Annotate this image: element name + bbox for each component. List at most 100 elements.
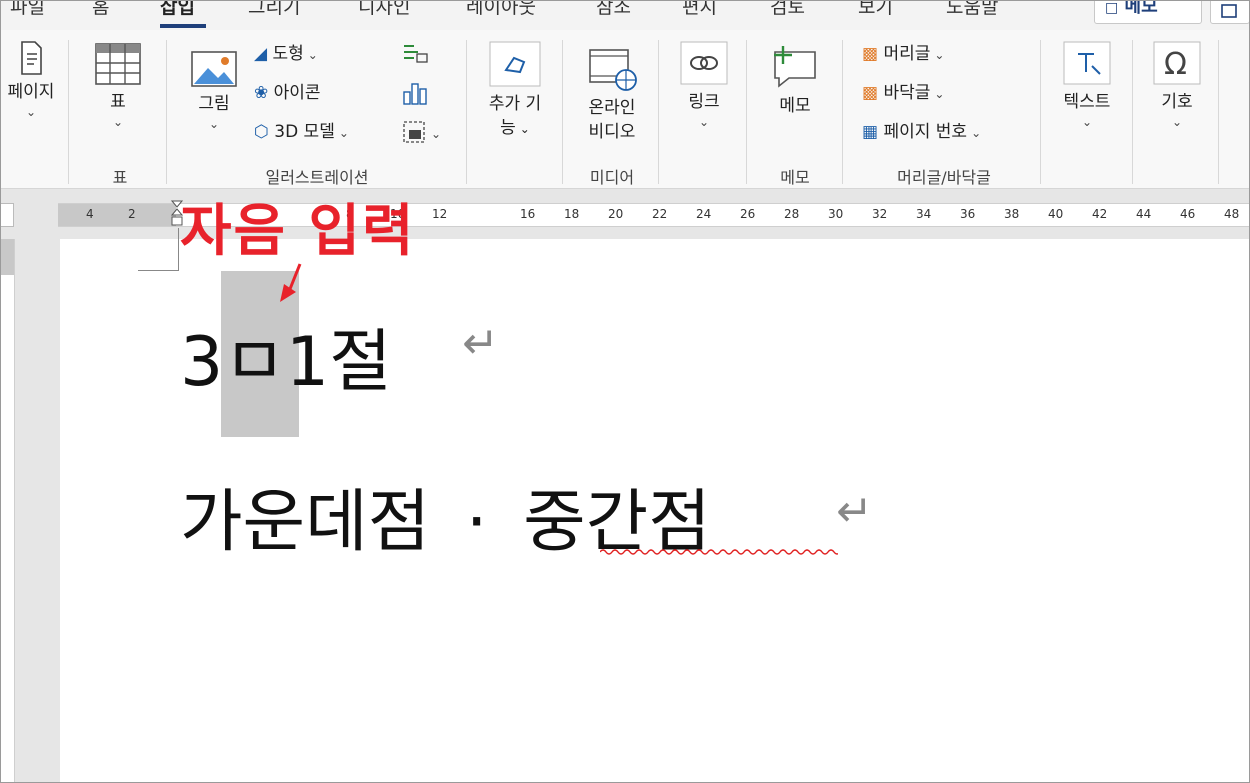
annotation-label: 자음 입력 [180,199,416,264]
table-group-label: 표 [112,168,128,187]
tab-selector[interactable] [0,203,14,227]
ruler-margin [58,204,176,226]
icons-button[interactable]: ❀ 아이콘 [254,81,321,105]
footer-button[interactable]: ▩ 바닥글 ⌄ [862,81,944,106]
spellcheck-underline [600,549,838,555]
tab-help[interactable]: 도움말 [946,0,998,19]
paragraph-1[interactable]: 3ㅁ1절 [180,306,392,405]
smartart-button[interactable] [398,42,432,71]
ruler-tick: 38 [1004,207,1020,221]
group-divider [1132,40,1133,184]
header-button[interactable]: ▩ 머리글 ⌄ [862,42,944,67]
page-icon [21,41,42,75]
chevron-down-icon: ⌄ [307,48,318,62]
page-number-icon: ▦ [862,122,879,142]
pictures-label: 그림 [198,94,230,114]
vertical-ruler-area [0,239,60,783]
ruler-tick: 32 [872,207,888,221]
add-ins-label-line2: 능 [500,118,516,138]
chevron-down-icon: ⌄ [338,126,349,140]
screenshot-icon: ⌄ [403,121,441,143]
text-run: 1절 [285,323,392,402]
link-label: 링크 [688,92,720,112]
comments-button[interactable]: □ 메모 [1094,0,1202,24]
group-divider [68,40,69,184]
tab-review[interactable]: 검토 [770,0,805,19]
paragraph-mark: ↵ [836,486,873,537]
tab-draw[interactable]: 그리기 [248,0,300,19]
add-ins-icon [489,41,541,87]
ruler-tick: 26 [740,207,756,221]
picture-icon [191,51,237,87]
chart-button[interactable] [398,80,432,113]
online-video-button[interactable]: 온라인 비디오 [572,46,652,144]
tab-references[interactable]: 참조 [596,0,631,19]
text-run: 3 [180,323,224,402]
pages-label: 페이지 [7,82,55,102]
table-button[interactable]: 표 ⌄ [88,42,148,130]
tab-view[interactable]: 보기 [858,0,893,19]
shapes-button[interactable]: ◢ 도형 ⌄ [254,42,318,67]
paragraph-mark: ↵ [462,318,499,369]
ruler-tick: 30 [828,207,844,221]
tab-mailings[interactable]: 편지 [682,0,717,19]
svg-text:Ω: Ω [1164,47,1187,82]
table-label: 표 [110,92,126,112]
add-ins-label-line1: 추가 기 [488,94,542,114]
pages-button[interactable]: 페이지 ⌄ [0,40,62,120]
illustrations-group-label: 일러스트레이션 [265,168,369,187]
margin-crop-mark [138,228,179,271]
chart-icon [403,83,427,105]
add-ins-button[interactable]: 추가 기 능 ⌄ [478,40,552,141]
vertical-ruler[interactable] [0,239,15,783]
3d-models-button[interactable]: ⬡ 3D 모델 ⌄ [254,120,349,145]
ruler-margin [0,239,14,275]
symbol-button[interactable]: Ω 기호 ⌄ [1146,40,1208,130]
ruler-tick: 46 [1180,207,1196,221]
table-icon [95,43,141,85]
group-divider [466,40,467,184]
shapes-label: 도형 [272,44,304,64]
link-button[interactable]: 링크 ⌄ [672,40,736,130]
text-box-icon [1063,41,1111,85]
middle-dot: · [465,483,488,562]
text-button[interactable]: 텍스트 ⌄ [1054,40,1120,130]
ruler-tick: 18 [564,207,580,221]
header-footer-group-label: 머리글/바닥글 [897,168,991,187]
ruler-tick: 22 [652,207,668,221]
tab-layout[interactable]: 레이아웃 [466,0,536,19]
tab-home[interactable]: 홈 [92,0,109,19]
cube-icon: ⬡ [254,122,269,142]
chevron-down-icon: ⌄ [698,115,710,129]
tab-insert[interactable]: 삽입 [160,0,195,19]
tab-design[interactable]: 디자인 [358,0,410,19]
new-comment-icon [774,46,816,88]
chevron-down-icon: ⌄ [934,87,945,101]
group-divider [658,40,659,184]
selected-consonant[interactable]: ㅁ [223,323,286,402]
group-divider [842,40,843,184]
new-comment-button[interactable]: 메모 [762,44,828,118]
page-number-button[interactable]: ▦ 페이지 번호 ⌄ [862,120,981,145]
link-icon [680,41,728,85]
ruler-tick: 42 [1092,207,1108,221]
online-video-label-line1: 온라인 [588,98,636,118]
comments-button-label: 메모 [1124,0,1158,17]
group-divider [166,40,167,184]
share-icon [1221,4,1237,18]
page-number-label: 페이지 번호 [883,122,968,142]
screenshot-button[interactable]: ⌄ [398,118,450,153]
pictures-button[interactable]: 그림 ⌄ [184,50,244,132]
ruler-tick: 36 [960,207,976,221]
online-video-label-line2: 비디오 [588,122,636,142]
share-button[interactable] [1210,0,1250,24]
symbol-label: 기호 [1161,92,1193,112]
group-divider [562,40,563,184]
chevron-down-icon: ⌄ [934,48,945,62]
ruler-tick: 44 [1136,207,1152,221]
online-video-icon [589,49,637,91]
tab-file[interactable]: 파일 [10,0,45,19]
footer-icon: ▩ [862,83,879,103]
chevron-down-icon: ⌄ [25,105,37,119]
group-divider [1218,40,1219,184]
